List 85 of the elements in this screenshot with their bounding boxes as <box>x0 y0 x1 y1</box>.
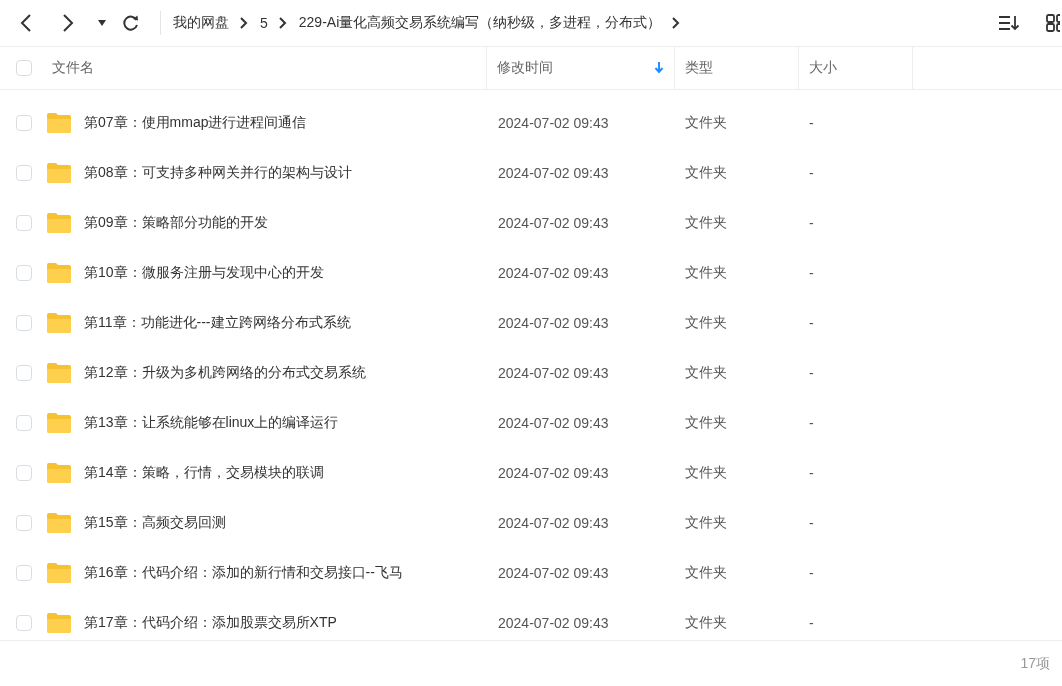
row-checkbox[interactable] <box>16 565 32 581</box>
file-size: - <box>809 165 814 181</box>
sort-arrow-icon <box>654 62 664 74</box>
row-checkbox[interactable] <box>16 515 32 531</box>
file-type: 文件夹 <box>685 264 728 282</box>
modified-time: 2024-07-02 09:43 <box>498 415 610 431</box>
folder-icon <box>46 412 72 434</box>
file-type: 文件夹 <box>685 214 728 232</box>
file-type: 文件夹 <box>685 464 728 482</box>
modified-time: 2024-07-02 09:43 <box>498 465 610 481</box>
breadcrumb-item[interactable]: 我的网盘 <box>173 14 229 32</box>
column-header[interactable]: 修改时间 <box>487 47 675 89</box>
modified-time: 2024-07-02 09:43 <box>498 365 610 381</box>
file-name[interactable]: 第08章：可支持多种网关并行的架构与设计 <box>84 164 498 182</box>
row-checkbox[interactable] <box>16 265 32 281</box>
caret-down-icon <box>98 20 106 26</box>
modified-time: 2024-07-02 09:43 <box>498 165 610 181</box>
row-checkbox[interactable] <box>16 465 32 481</box>
chevron-right-icon <box>60 13 76 33</box>
chevron-right-icon <box>672 17 681 29</box>
row-checkbox[interactable] <box>16 215 32 231</box>
file-size: - <box>809 215 814 231</box>
file-type: 文件夹 <box>685 314 728 332</box>
row-checkbox[interactable] <box>16 415 32 431</box>
file-name[interactable]: 第16章：代码介绍：添加的新行情和交易接口--飞马 <box>84 564 498 582</box>
file-type: 文件夹 <box>685 514 728 532</box>
row-checkbox[interactable] <box>16 315 32 331</box>
row-checkbox[interactable] <box>16 615 32 631</box>
column-header[interactable]: 大小 <box>799 47 913 89</box>
modified-time: 2024-07-02 09:43 <box>498 615 610 631</box>
file-type: 文件夹 <box>685 114 728 132</box>
chevron-left-icon <box>18 13 34 33</box>
folder-icon <box>46 612 72 634</box>
column-header[interactable]: 文件名 <box>40 47 487 89</box>
folder-icon <box>46 212 72 234</box>
modified-time: 2024-07-02 09:43 <box>498 215 610 231</box>
file-name[interactable]: 第07章：使用mmap进行进程间通信 <box>84 114 498 132</box>
file-size: - <box>809 515 814 531</box>
row-checkbox[interactable] <box>16 115 32 131</box>
file-type: 文件夹 <box>685 614 728 632</box>
grid-icon <box>1046 14 1060 32</box>
chevron-right-icon <box>240 17 248 29</box>
modified-time: 2024-07-02 09:43 <box>498 515 610 531</box>
file-size: - <box>809 565 814 581</box>
folder-icon <box>46 112 72 134</box>
folder-icon <box>46 362 72 384</box>
modified-time: 2024-07-02 09:43 <box>498 315 610 331</box>
file-name[interactable]: 第09章：策略部分功能的开发 <box>84 214 498 232</box>
folder-icon <box>46 562 72 584</box>
sort-icon <box>998 15 1020 31</box>
file-size: - <box>809 115 814 131</box>
file-type: 文件夹 <box>685 364 728 382</box>
file-size: - <box>809 415 814 431</box>
column-header[interactable]: 类型 <box>675 47 799 89</box>
file-name[interactable]: 第13章：让系统能够在linux上的编译运行 <box>84 414 498 432</box>
file-type: 文件夹 <box>685 164 728 182</box>
folder-icon <box>46 512 72 534</box>
file-size: - <box>809 265 814 281</box>
file-type: 文件夹 <box>685 564 728 582</box>
item-count: 17项 <box>1020 655 1050 673</box>
file-name[interactable]: 第10章：微服务注册与发现中心的开发 <box>84 264 498 282</box>
row-checkbox[interactable] <box>16 165 32 181</box>
modified-time: 2024-07-02 09:43 <box>498 565 610 581</box>
file-name[interactable]: 第11章：功能进化---建立跨网络分布式系统 <box>84 314 498 332</box>
folder-icon <box>46 262 72 284</box>
file-name[interactable]: 第12章：升级为多机跨网络的分布式交易系统 <box>84 364 498 382</box>
file-name[interactable]: 第15章：高频交易回测 <box>84 514 498 532</box>
file-size: - <box>809 615 814 631</box>
select-all-checkbox[interactable] <box>16 60 32 76</box>
file-size: - <box>809 315 814 331</box>
folder-icon <box>46 462 72 484</box>
folder-icon <box>46 162 72 184</box>
modified-time: 2024-07-02 09:43 <box>498 265 610 281</box>
row-checkbox[interactable] <box>16 365 32 381</box>
refresh-icon <box>122 14 140 32</box>
file-type: 文件夹 <box>685 414 728 432</box>
modified-time: 2024-07-02 09:43 <box>498 115 610 131</box>
file-size: - <box>809 465 814 481</box>
breadcrumb-item[interactable]: 5 <box>260 15 268 31</box>
file-size: - <box>809 365 814 381</box>
chevron-right-icon <box>278 17 287 29</box>
file-name[interactable]: 第14章：策略，行情，交易模块的联调 <box>84 464 498 482</box>
breadcrumb-item[interactable]: 229-Ai量化高频交易系统编写（纳秒级，多进程，分布式） <box>298 14 662 32</box>
folder-icon <box>46 312 72 334</box>
file-name[interactable]: 第17章：代码介绍：添加股票交易所XTP <box>84 614 498 632</box>
